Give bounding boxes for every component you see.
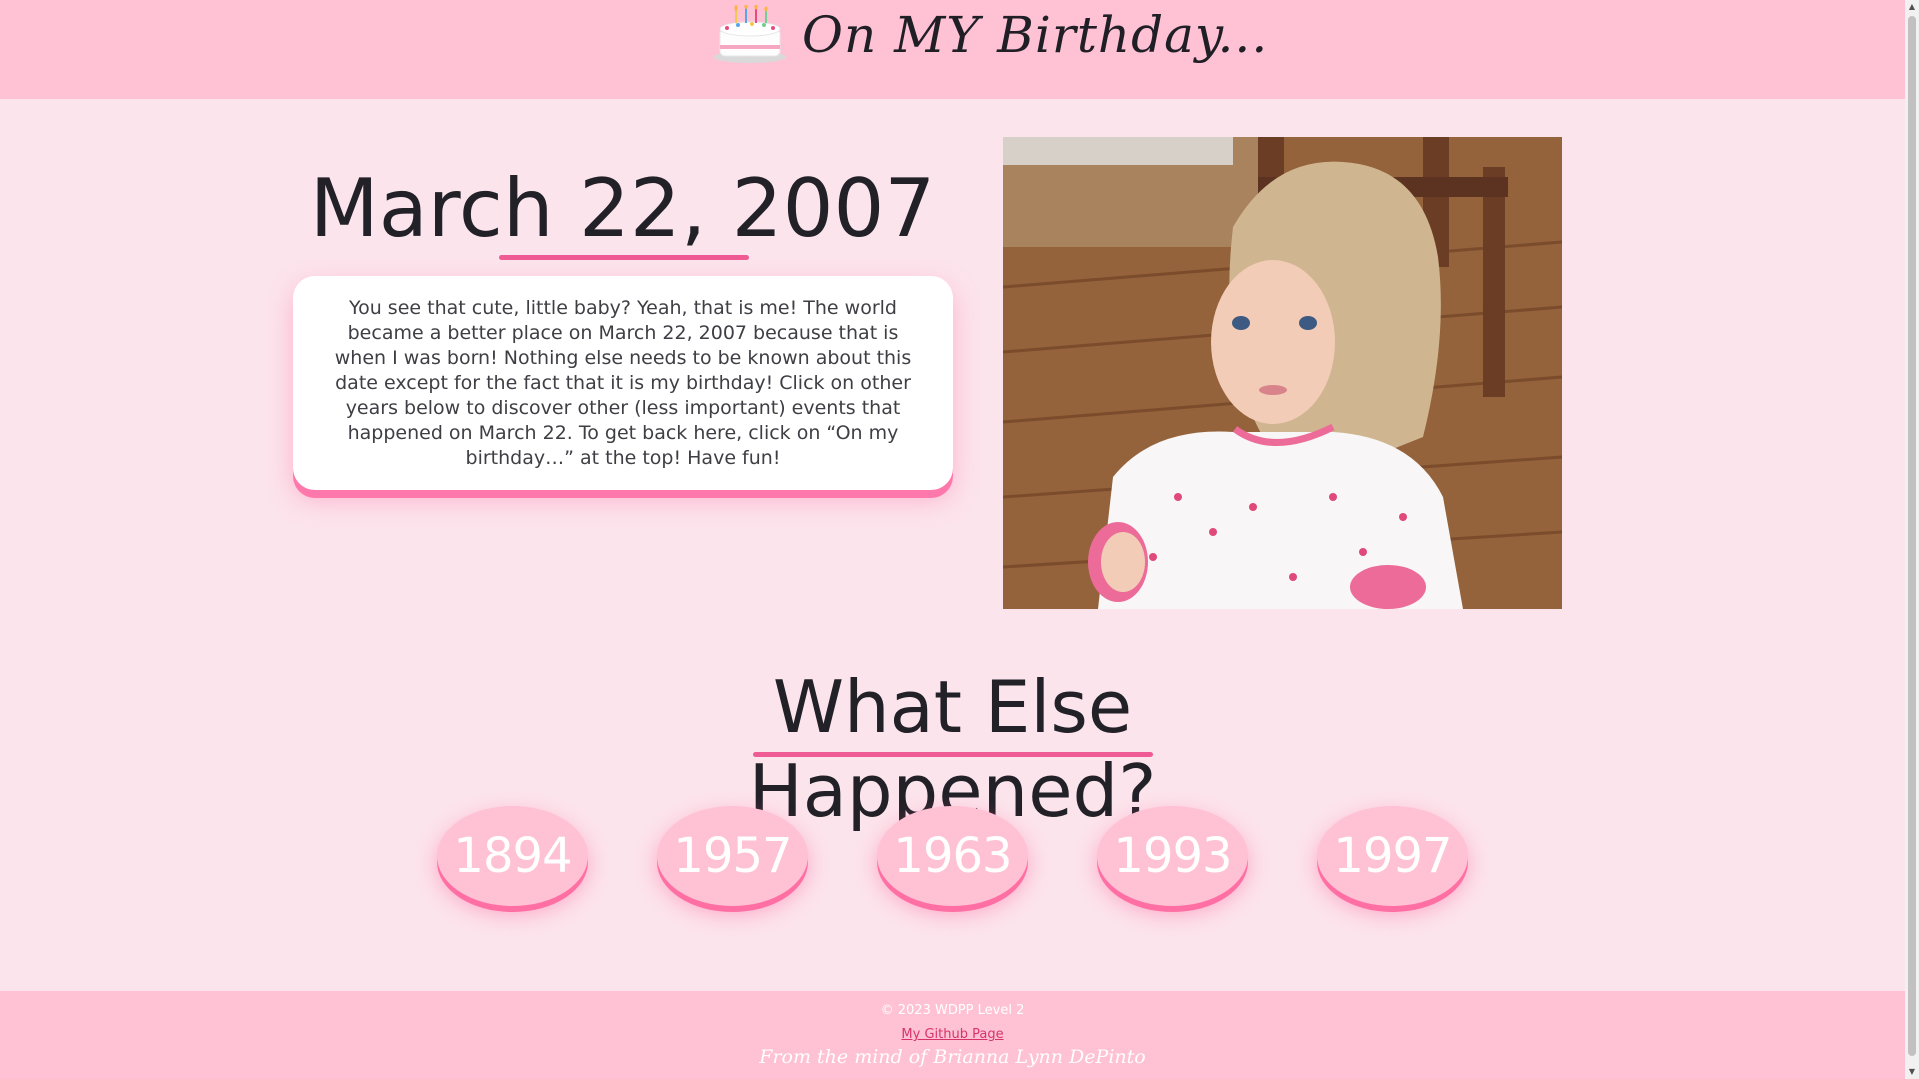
vertical-scrollbar[interactable]: ▲ ▼ [1905,0,1919,1079]
github-link[interactable]: My Github Page [0,1027,1905,1042]
year-button-1963[interactable]: 1963 [877,806,1028,906]
year-button-1997[interactable]: 1997 [1317,806,1468,906]
year-button-1993[interactable]: 1993 [1097,806,1248,906]
baby-photo [1003,137,1562,609]
site-footer: © 2023 WDPP Level 2 My Github Page From … [0,991,1905,1079]
title-underline [499,255,749,260]
scroll-thumb[interactable] [1908,16,1916,1056]
author-signature: From the mind of Brianna Lynn DePinto [759,1046,1146,1068]
intro-text: You see that cute, little baby? Yeah, th… [334,296,912,469]
birthday-cake-icon [714,5,786,63]
scroll-up-arrow-icon[interactable]: ▲ [1905,0,1919,14]
site-title[interactable]: On MY Birthday... [802,6,1268,64]
page-title: March 22, 2007 [309,162,936,255]
year-button-1957[interactable]: 1957 [657,806,808,906]
site-header: On MY Birthday... [0,0,1905,99]
scroll-down-arrow-icon[interactable]: ▼ [1905,1065,1919,1079]
home-link[interactable]: On MY Birthday... [712,0,1268,70]
copyright-text: © 2023 WDPP Level 2 [880,1003,1025,1018]
intro-card: You see that cute, little baby? Yeah, th… [293,276,953,490]
year-button-1894[interactable]: 1894 [437,806,588,906]
section-title-underline [753,752,1153,757]
